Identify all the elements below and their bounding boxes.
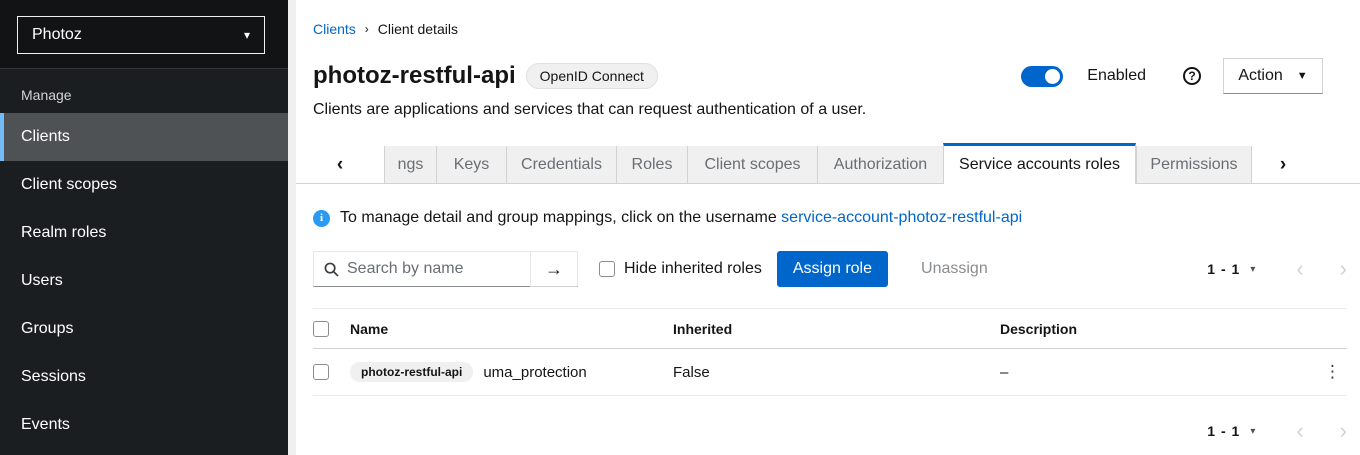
tab-permissions[interactable]: Permissions <box>1136 146 1252 184</box>
enabled-label: Enabled <box>1087 67 1146 85</box>
tab-keys[interactable]: Keys <box>436 146 506 184</box>
role-name: uma_protection <box>483 364 586 381</box>
toolbar: → Hide inherited roles Assign role Unass… <box>313 251 1347 287</box>
breadcrumb-separator-icon: › <box>365 22 369 36</box>
title-group: photoz-restful-api OpenID Connect <box>313 62 658 90</box>
page-title: photoz-restful-api <box>313 62 516 90</box>
pagination-prev-icon[interactable]: ‹ <box>1296 258 1303 280</box>
pagination-prev-icon[interactable]: ‹ <box>1296 420 1303 442</box>
chevron-down-icon: ▾ <box>244 28 250 42</box>
tab-service-accounts-roles[interactable]: Service accounts roles <box>943 143 1136 184</box>
action-dropdown-label: Action <box>1238 67 1282 85</box>
info-icon: i <box>313 210 330 227</box>
tab-roles[interactable]: Roles <box>616 146 687 184</box>
client-badge: photoz-restful-api <box>350 362 473 382</box>
hide-inherited-checkbox[interactable] <box>599 261 615 277</box>
hide-inherited-label: Hide inherited roles <box>624 260 762 278</box>
pagination-top: 1 - 1 ▾ ‹ › <box>1207 258 1347 280</box>
sidebar-item-clients[interactable]: Clients <box>0 113 288 161</box>
pagination-next-icon[interactable]: › <box>1340 258 1347 280</box>
service-account-link[interactable]: service-account-photoz-restful-api <box>781 209 1022 226</box>
tab-client-scopes[interactable]: Client scopes <box>687 146 817 184</box>
column-header-description: Description <box>1000 321 1299 337</box>
tabs-scroll-right-icon[interactable]: › <box>1252 146 1314 184</box>
tabs-scroll-left-icon[interactable]: ‹ <box>296 146 384 184</box>
tabs-filler <box>1314 146 1360 184</box>
chevron-down-icon: ▼ <box>1297 70 1308 82</box>
action-dropdown[interactable]: Action ▼ <box>1223 58 1323 94</box>
nav-section-label: Manage <box>0 69 288 113</box>
table-row: photoz-restful-api uma_protection False … <box>313 349 1347 396</box>
select-all-checkbox[interactable] <box>313 321 329 337</box>
role-name-cell: photoz-restful-api uma_protection <box>350 362 673 382</box>
column-header-inherited: Inherited <box>673 321 1000 337</box>
sidebar-item-events[interactable]: Events <box>0 401 288 449</box>
breadcrumb-current: Client details <box>378 21 458 37</box>
search-submit-arrow-icon[interactable]: → <box>530 252 577 287</box>
table-header-row: Name Inherited Description <box>313 308 1347 349</box>
page-header: photoz-restful-api OpenID Connect Enable… <box>313 58 1323 94</box>
info-alert-text: To manage detail and group mappings, cli… <box>340 209 1022 227</box>
breadcrumb: Clients › Client details <box>313 21 1347 37</box>
enabled-toggle[interactable] <box>1021 66 1063 87</box>
toggle-knob <box>1045 69 1060 84</box>
tab-authorization[interactable]: Authorization <box>817 146 943 184</box>
pagination-range: 1 - 1 <box>1207 423 1240 439</box>
main-content: Clients › Client details photoz-restful-… <box>288 0 1360 455</box>
search-input[interactable] <box>314 252 530 286</box>
tab-credentials[interactable]: Credentials <box>506 146 616 184</box>
tabs: ‹ ngs Keys Credentials Roles Client scop… <box>296 143 1360 184</box>
realm-selector-value: Photoz <box>32 26 82 44</box>
breadcrumb-link-clients[interactable]: Clients <box>313 21 356 37</box>
tab-settings-truncated[interactable]: ngs <box>384 146 436 184</box>
column-header-name: Name <box>350 321 673 337</box>
info-alert: i To manage detail and group mappings, c… <box>313 209 1347 227</box>
assign-role-button[interactable]: Assign role <box>777 251 888 287</box>
sidebar-item-client-scopes[interactable]: Client scopes <box>0 161 288 209</box>
pagination-range: 1 - 1 <box>1207 261 1240 277</box>
sidebar-item-groups[interactable]: Groups <box>0 305 288 353</box>
realm-selector[interactable]: Photoz ▾ <box>17 16 265 54</box>
description-value: – <box>1000 364 1299 381</box>
sidebar: Photoz ▾ Manage Clients Client scopes Re… <box>0 0 288 455</box>
header-controls: Enabled ? Action ▼ <box>1021 58 1323 94</box>
sidebar-item-realm-roles[interactable]: Realm roles <box>0 209 288 257</box>
search-group: → <box>313 251 578 287</box>
help-icon[interactable]: ? <box>1183 67 1201 85</box>
search-input-wrap <box>314 252 530 286</box>
sidebar-item-users[interactable]: Users <box>0 257 288 305</box>
nav-list: Clients Client scopes Realm roles Users … <box>0 113 288 449</box>
row-checkbox[interactable] <box>313 364 329 380</box>
kebab-menu-icon[interactable]: ⋮ <box>1318 362 1347 382</box>
hide-inherited-group: Hide inherited roles <box>599 260 762 278</box>
protocol-badge: OpenID Connect <box>526 63 658 89</box>
pagination-menu-caret-icon[interactable]: ▾ <box>1250 264 1255 275</box>
pagination-bottom-wrap: 1 - 1 ▾ ‹ › <box>313 413 1347 449</box>
pagination-bottom: 1 - 1 ▾ ‹ › <box>1207 420 1347 442</box>
sidebar-item-sessions[interactable]: Sessions <box>0 353 288 401</box>
roles-table: Name Inherited Description photoz-restfu… <box>313 308 1347 396</box>
page-subtitle: Clients are applications and services th… <box>313 101 1347 119</box>
pagination-menu-caret-icon[interactable]: ▾ <box>1250 426 1255 437</box>
inherited-value: False <box>673 364 1000 381</box>
pagination-next-icon[interactable]: › <box>1340 420 1347 442</box>
unassign-button[interactable]: Unassign <box>905 260 1004 278</box>
search-icon <box>324 262 339 277</box>
